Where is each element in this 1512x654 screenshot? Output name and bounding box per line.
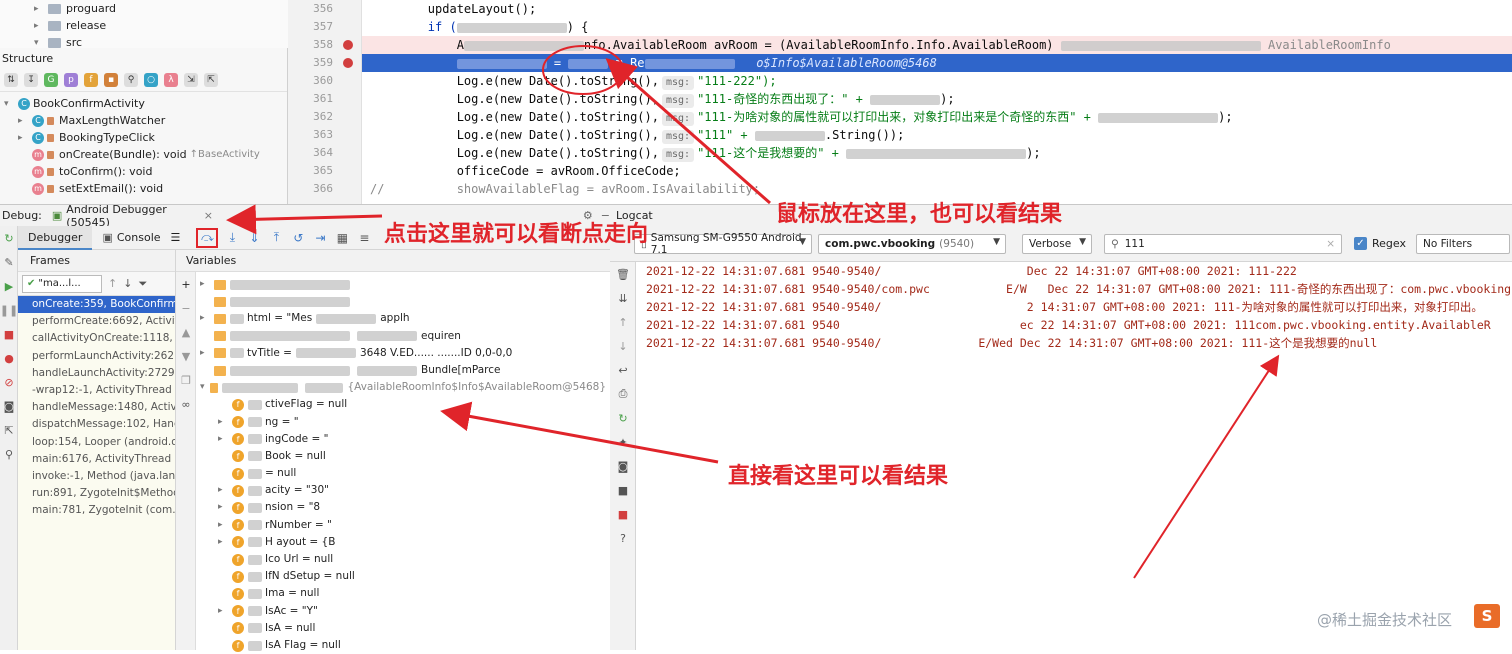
watermark: @稀土掘金技术社区: [1316, 611, 1452, 629]
step-over-arrow: [226, 204, 383, 235]
annotation-arrows: [226, 45, 1280, 579]
hover-arrow: [605, 58, 771, 205]
annotation-hover: 鼠标放在这里，也可以看结果: [776, 202, 1063, 227]
annotation-result: 直接看这里可以看结果: [728, 464, 949, 489]
highlight-circle: [542, 45, 624, 95]
logcat-arrow: [1133, 354, 1280, 579]
juejin-logo-icon: S: [1474, 604, 1500, 628]
variables-arrow: [440, 401, 719, 464]
annotation-step-over: 点击这里就可以看断点走向: [384, 222, 649, 247]
